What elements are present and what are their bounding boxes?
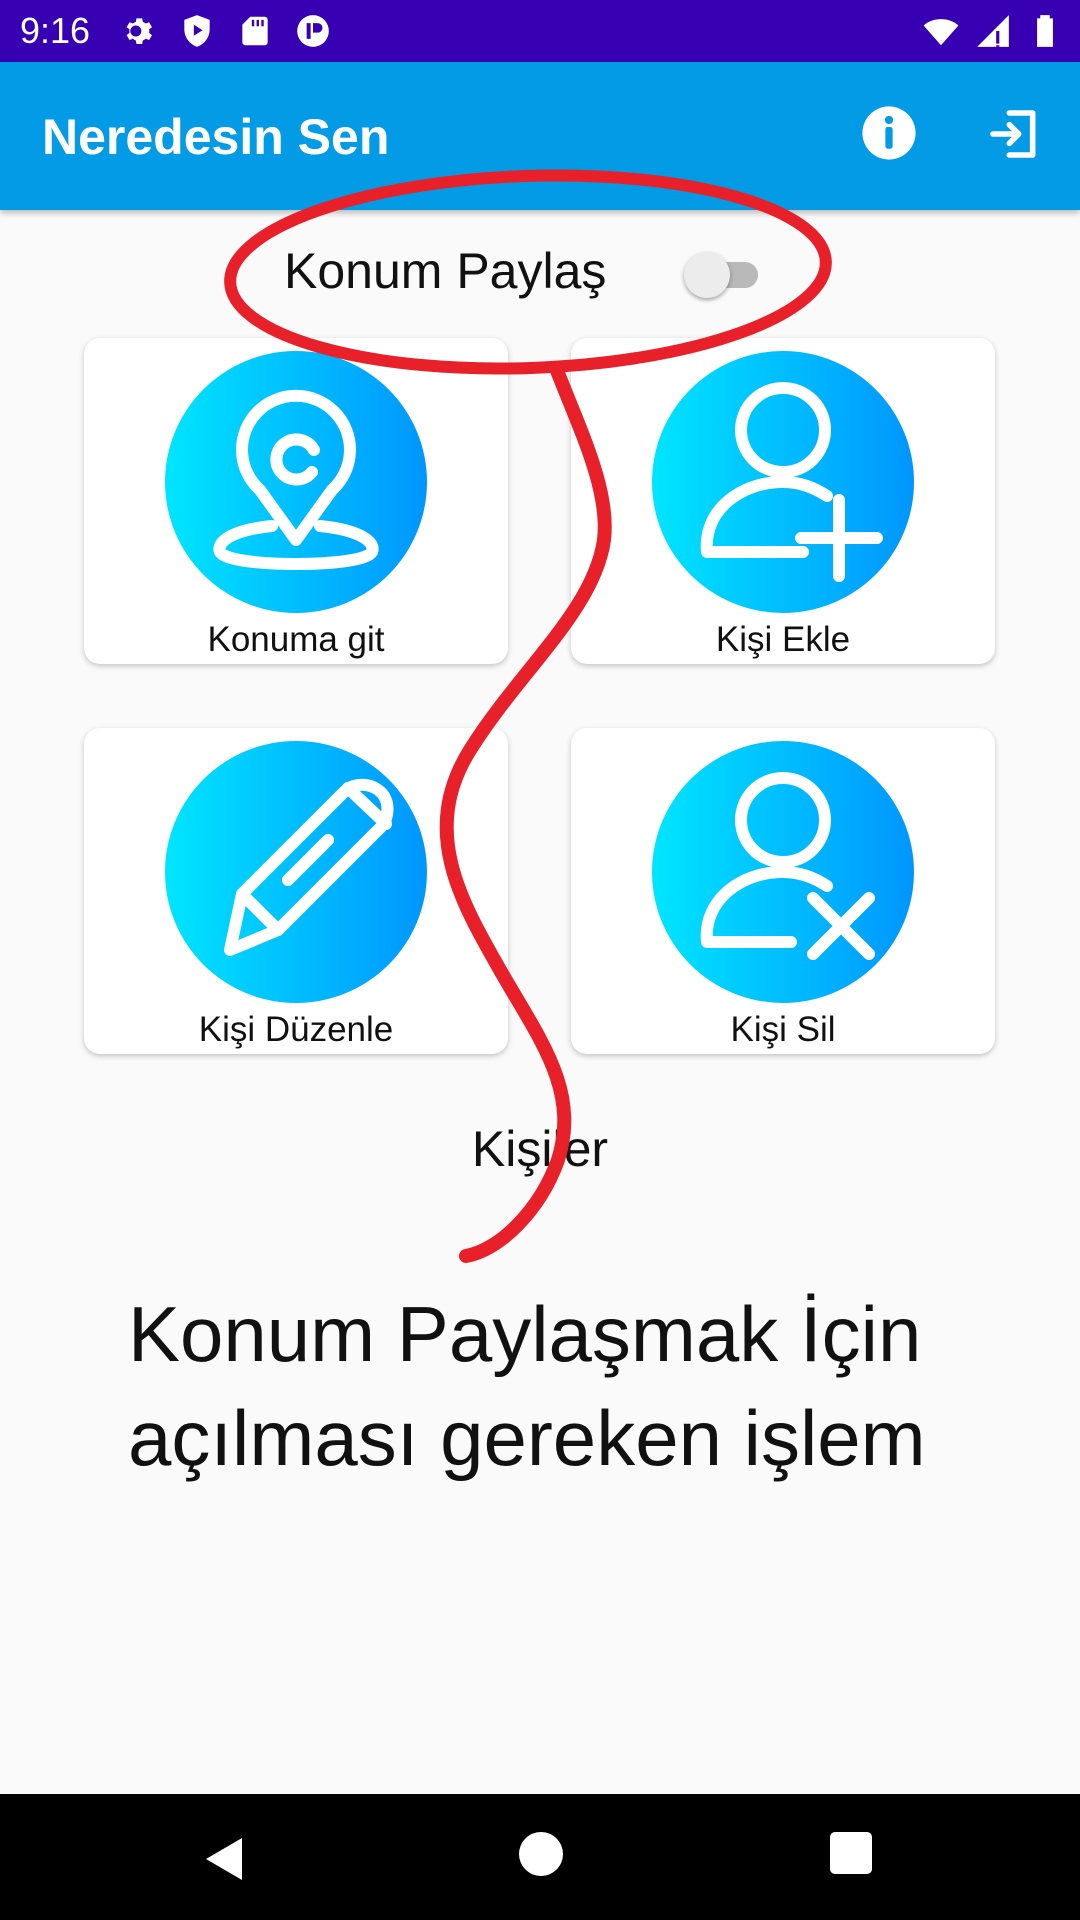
logout-icon[interactable] [986, 106, 1042, 162]
app-title: Neredesin Sen [42, 109, 390, 165]
go-to-location-card[interactable]: Konuma git [84, 338, 508, 664]
delete-contact-label: Kişi Sil [730, 1010, 836, 1049]
play-protect-icon [184, 15, 210, 47]
go-to-location-label: Konuma git [207, 620, 385, 659]
back-icon[interactable] [200, 1834, 250, 1884]
remove-user-icon [652, 741, 914, 1003]
info-icon[interactable] [860, 104, 918, 162]
system-nav-bar [0, 1794, 1080, 1920]
map-pin-icon [165, 351, 427, 613]
add-contact-card[interactable]: Kişi Ekle [571, 338, 995, 664]
status-bar: 9:16 [0, 0, 1080, 62]
recent-apps-icon[interactable] [830, 1832, 872, 1874]
app-notification-icon [297, 15, 329, 47]
location-share-label: Konum Paylaş [284, 243, 607, 299]
status-time: 9:16 [20, 10, 91, 51]
wifi-icon [923, 19, 959, 46]
annotation-note: Konum Paylaşmak İçin açılması gereken iş… [128, 1290, 926, 1482]
gear-icon [126, 18, 152, 44]
location-share-switch[interactable] [684, 250, 768, 298]
add-user-icon [652, 351, 914, 613]
contacts-title: Kişiler [471, 1121, 609, 1177]
add-contact-label: Kişi Ekle [715, 620, 851, 659]
edit-contact-card[interactable]: Kişi Düzenle [84, 728, 508, 1054]
home-icon[interactable] [519, 1832, 563, 1876]
edit-contact-label: Kişi Düzenle [198, 1010, 394, 1049]
battery-icon [1037, 15, 1053, 47]
sd-card-icon [242, 16, 268, 46]
app-bar: Neredesin Sen [0, 62, 1080, 210]
switch-thumb [684, 252, 730, 298]
cellular-signal-icon [977, 15, 1009, 47]
delete-contact-card[interactable]: Kişi Sil [571, 728, 995, 1054]
location-share-row: Konum Paylaş [284, 236, 784, 306]
pencil-icon [165, 741, 427, 1003]
